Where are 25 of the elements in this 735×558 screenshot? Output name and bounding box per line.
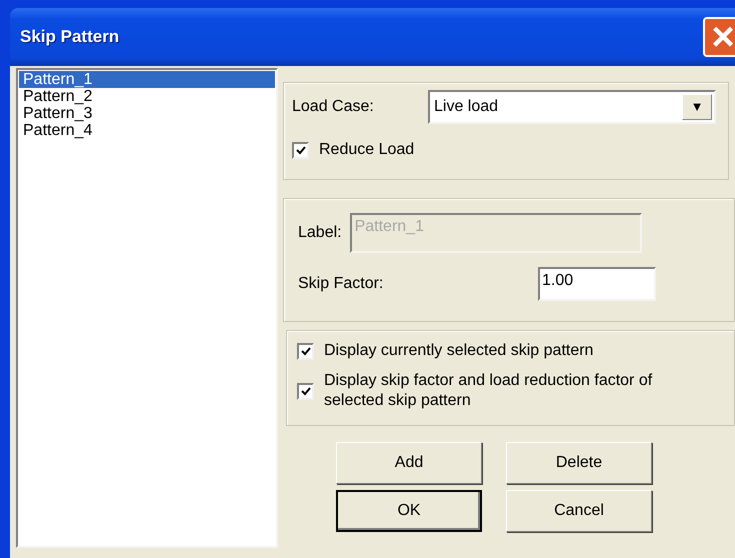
window-title: Skip Pattern (20, 26, 120, 48)
checkbox[interactable] (292, 142, 309, 158)
checkbox-label: Display currently selected skip pattern (324, 341, 594, 361)
field-label: Load Case: (292, 97, 375, 117)
dialog-button[interactable]: OK (336, 490, 482, 532)
dialog-button[interactable]: Add (336, 442, 482, 484)
check-icon (300, 386, 310, 396)
list-item[interactable]: Pattern_1 (19, 71, 275, 88)
skip-factor-field[interactable]: 1.00 (538, 267, 656, 301)
field-label: Label: (298, 223, 342, 243)
checkbox-label: Display skip factor and load reduction factor of selected skip pattern (324, 371, 654, 411)
load-case-dropdown[interactable]: Live load ▼ (428, 90, 716, 124)
check-icon (296, 145, 306, 155)
check-icon (300, 346, 310, 356)
dialog-button[interactable]: Delete (506, 442, 652, 484)
list-item[interactable]: Pattern_2 (19, 88, 275, 105)
checkbox[interactable] (297, 382, 314, 400)
dialog-button[interactable]: Cancel (506, 490, 652, 532)
list-item[interactable]: Pattern_3 (19, 105, 275, 122)
close-button[interactable]: × (703, 17, 735, 57)
list-item[interactable]: Pattern_4 (19, 122, 275, 139)
caret-icon[interactable]: ▼ (682, 94, 712, 120)
field-label: Skip Factor: (298, 274, 384, 294)
checkbox[interactable] (297, 342, 314, 360)
checkbox-label: Reduce Load (319, 140, 414, 160)
